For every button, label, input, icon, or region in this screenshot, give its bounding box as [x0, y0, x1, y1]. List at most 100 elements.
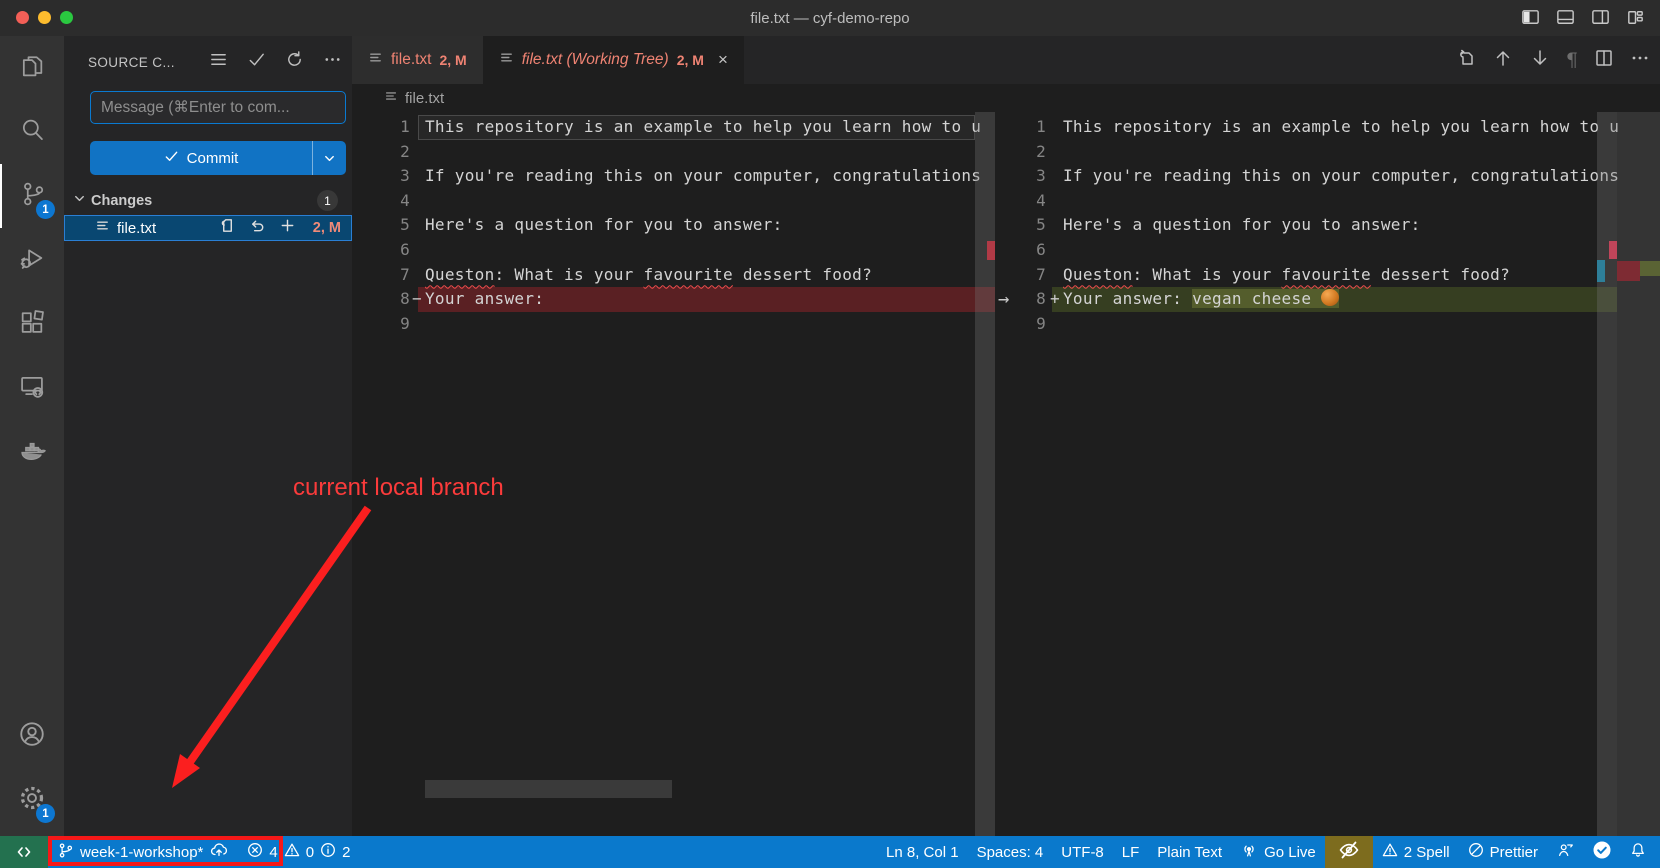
tab-file-txt-working-tree[interactable]: file.txt (Working Tree) 2, M ×: [483, 36, 744, 84]
accounts-button[interactable]: [0, 704, 64, 768]
warning-count: 0: [306, 844, 314, 861]
overview-added-mark: [1640, 261, 1660, 276]
prettier-item[interactable]: Prettier: [1459, 836, 1547, 868]
warning-icon: [284, 842, 300, 862]
window-title: file.txt — cyf-demo-repo: [750, 10, 909, 27]
sidebar-item-run-debug[interactable]: [0, 228, 64, 292]
info-icon: [320, 842, 336, 862]
sidebar-item-explorer[interactable]: [0, 36, 64, 100]
commit-button[interactable]: Commit: [90, 141, 346, 175]
editor-action-icons: ¶: [1455, 36, 1650, 84]
previous-change-icon[interactable]: [1492, 47, 1514, 74]
minimize-window-button[interactable]: [38, 11, 51, 24]
go-live-item[interactable]: Go Live: [1231, 836, 1325, 868]
added-sign: +: [1050, 287, 1060, 312]
notifications-item[interactable]: [1620, 836, 1656, 868]
tab-problems-badge: 2, M: [677, 52, 704, 68]
sidebar-item-search[interactable]: [0, 100, 64, 164]
more-actions-icon[interactable]: [323, 50, 342, 74]
tab-file-txt[interactable]: file.txt 2, M: [352, 36, 483, 84]
encoding-item[interactable]: UTF-8: [1052, 836, 1113, 868]
scm-changes-badge: 1: [36, 200, 55, 219]
diff-overview-ruler: [1617, 112, 1660, 836]
sidebar-item-extensions[interactable]: [0, 292, 64, 356]
run-debug-icon: [18, 244, 46, 277]
code-line: If you're reading this on your computer,…: [1063, 164, 1619, 189]
overview-deleted-mark: [1617, 261, 1640, 281]
commit-button-label: Commit: [187, 150, 239, 167]
horizontal-scrollbar[interactable]: [425, 780, 672, 798]
annotation-label: current local branch: [293, 474, 504, 502]
view-as-tree-icon[interactable]: [209, 50, 228, 74]
toggle-panel-icon[interactable]: [1555, 7, 1576, 28]
changes-section-header[interactable]: Changes 1: [64, 188, 352, 213]
vscode-window: file.txt — cyf-demo-repo 1: [0, 0, 1660, 868]
workspace-trust-item[interactable]: [1584, 836, 1620, 868]
refresh-icon[interactable]: [285, 50, 304, 74]
text-file-icon: [368, 50, 383, 70]
left-scrollbar[interactable]: [975, 112, 995, 836]
changes-label: Changes: [91, 193, 152, 209]
zoom-window-button[interactable]: [60, 11, 73, 24]
sidebar-item-source-control[interactable]: 1: [0, 164, 64, 228]
person-feedback-icon: [1556, 841, 1575, 863]
cursor-position-item[interactable]: Ln 8, Col 1: [877, 836, 968, 868]
spell-checker-toggle-item[interactable]: [1325, 836, 1373, 868]
render-whitespace-icon[interactable]: ¶: [1566, 49, 1578, 71]
deleted-change-marker: [987, 241, 995, 260]
eye-slash-icon: [1338, 840, 1360, 864]
code-line: Here's a question for you to answer:: [425, 213, 783, 238]
sidebar-item-remote-explorer[interactable]: [0, 356, 64, 420]
search-icon: [18, 116, 46, 149]
text-file-icon: [95, 218, 110, 238]
code-line: Queston: What is your favourite dessert …: [425, 263, 872, 288]
next-change-icon[interactable]: [1529, 47, 1551, 74]
chevron-down-icon: [72, 191, 87, 211]
slash-circle-icon: [1468, 842, 1484, 862]
feedback-item[interactable]: [1547, 836, 1584, 868]
settings-button[interactable]: 1: [0, 768, 64, 832]
spell-problems-item[interactable]: 2 Spell: [1373, 836, 1459, 868]
eol-item[interactable]: LF: [1113, 836, 1149, 868]
remote-explorer-icon: [18, 372, 46, 405]
changed-file-name: file.txt: [117, 220, 156, 237]
commit-message-input[interactable]: Message (⌘Enter to com...: [90, 91, 346, 124]
commit-check-icon[interactable]: [247, 50, 266, 74]
breadcrumb-file: file.txt: [405, 90, 444, 107]
settings-badge: 1: [36, 804, 55, 823]
remote-indicator[interactable]: [0, 836, 48, 868]
mooncake-emoji: 🥮: [1321, 289, 1339, 306]
customize-layout-icon[interactable]: [1625, 7, 1646, 28]
open-changes-icon[interactable]: [1455, 47, 1477, 74]
deleted-code-line: Your answer:: [425, 287, 544, 312]
close-tab-icon[interactable]: ×: [718, 50, 728, 70]
breadcrumb[interactable]: file.txt: [352, 84, 1660, 112]
text-file-icon: [384, 89, 398, 107]
bell-icon: [1629, 841, 1647, 863]
discard-changes-icon[interactable]: [249, 217, 266, 239]
diff-change-arrow-icon[interactable]: →: [998, 287, 1010, 312]
toggle-sidebar-icon[interactable]: [1520, 7, 1541, 28]
activity-bar: 1 1: [0, 36, 64, 836]
close-window-button[interactable]: [16, 11, 29, 24]
change-marker: [1609, 241, 1617, 259]
tab-label: file.txt: [391, 51, 431, 69]
sidebar-item-docker[interactable]: [0, 420, 64, 484]
panel-title: SOURCE C...: [88, 55, 175, 70]
right-scrollbar[interactable]: [1597, 112, 1617, 836]
diff-editor[interactable]: 1This repository is an example to help y…: [352, 112, 1660, 836]
open-file-icon[interactable]: [219, 217, 236, 239]
docker-icon: [17, 435, 47, 470]
more-actions-icon[interactable]: [1630, 48, 1650, 73]
source-control-panel: SOURCE C... Message (⌘Enter to com... Co…: [64, 36, 352, 836]
indentation-item[interactable]: Spaces: 4: [968, 836, 1053, 868]
stage-changes-icon[interactable]: [279, 217, 296, 239]
toggle-secondary-sidebar-icon[interactable]: [1590, 7, 1611, 28]
language-mode-item[interactable]: Plain Text: [1148, 836, 1231, 868]
code-line: Here's a question for you to answer:: [1063, 213, 1421, 238]
check-icon: [164, 149, 179, 168]
changed-file-row[interactable]: file.txt 2, M: [64, 215, 352, 241]
extensions-icon: [18, 308, 46, 341]
split-editor-icon[interactable]: [1593, 47, 1615, 74]
commit-dropdown-button[interactable]: [312, 141, 346, 175]
